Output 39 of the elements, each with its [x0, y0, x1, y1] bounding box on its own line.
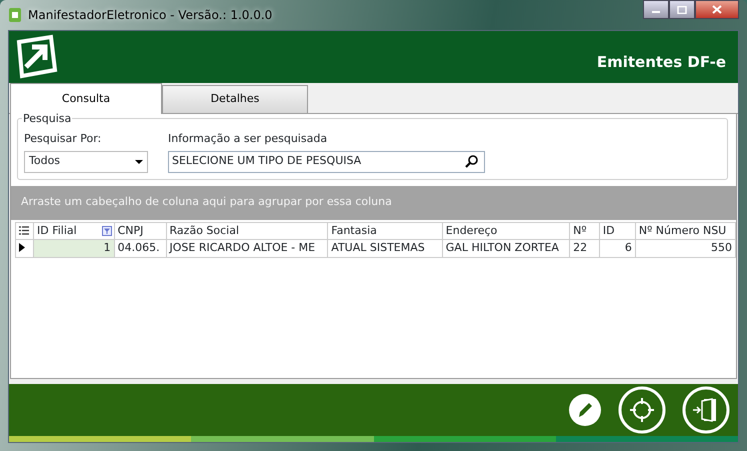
- close-button[interactable]: [695, 0, 739, 19]
- page-title: Emitentes DF-e: [596, 52, 726, 73]
- group-by-hint: Arraste um cabeçalho de coluna aqui para agrupar por essa coluna: [21, 194, 392, 210]
- column-header[interactable]: Nº: [570, 222, 600, 240]
- search-type-dropdown[interactable]: Todos: [24, 150, 148, 172]
- tab[interactable]: Consulta: [10, 83, 162, 114]
- window-title: ManifestadorEletronico - Versão.: 1.0.0.0: [28, 7, 272, 24]
- target-button[interactable]: [618, 386, 666, 434]
- column-header[interactable]: CNPJ: [114, 222, 166, 240]
- field-label: Pesquisar Por:: [24, 131, 102, 147]
- table-cell: 1: [34, 240, 114, 257]
- close-icon: [712, 5, 722, 14]
- caret-icon: [135, 160, 143, 164]
- column-header[interactable]: Endereço: [442, 222, 570, 240]
- table-cell: JOSE RICARDO ALTOE - ME: [166, 240, 328, 257]
- field-label: Informação a ser pesquisada: [168, 131, 328, 147]
- table-cell: ATUAL SISTEMAS: [328, 240, 442, 257]
- column-chooser-icon[interactable]: [19, 226, 29, 235]
- minimize-button[interactable]: [643, 0, 669, 19]
- edit-button[interactable]: [568, 393, 602, 427]
- exit-button[interactable]: [682, 386, 730, 434]
- search-icon: [465, 155, 478, 168]
- table-cell: GAL HILTON ZORTEA: [442, 240, 570, 257]
- table-cell: 6: [599, 240, 636, 257]
- column-header[interactable]: Nº Número NSU: [635, 222, 736, 240]
- table-cell: 550: [635, 240, 736, 257]
- maximize-button[interactable]: [669, 0, 695, 19]
- group-title: Pesquisa: [22, 111, 72, 128]
- table-cell: 22: [570, 240, 600, 257]
- table-cell: 04.065.: [114, 240, 166, 257]
- app-icon: [8, 7, 22, 23]
- filter-icon[interactable]: [102, 226, 112, 236]
- maximize-icon: [677, 6, 687, 14]
- tab[interactable]: Detalhes: [162, 85, 308, 113]
- column-header[interactable]: Fantasia: [328, 222, 442, 240]
- column-header[interactable]: ID Filial: [34, 222, 114, 240]
- column-header[interactable]: ID: [599, 222, 636, 240]
- search-field[interactable]: SELECIONE UM TIPO DE PESQUISA: [168, 150, 485, 172]
- column-header[interactable]: Razão Social: [166, 222, 328, 240]
